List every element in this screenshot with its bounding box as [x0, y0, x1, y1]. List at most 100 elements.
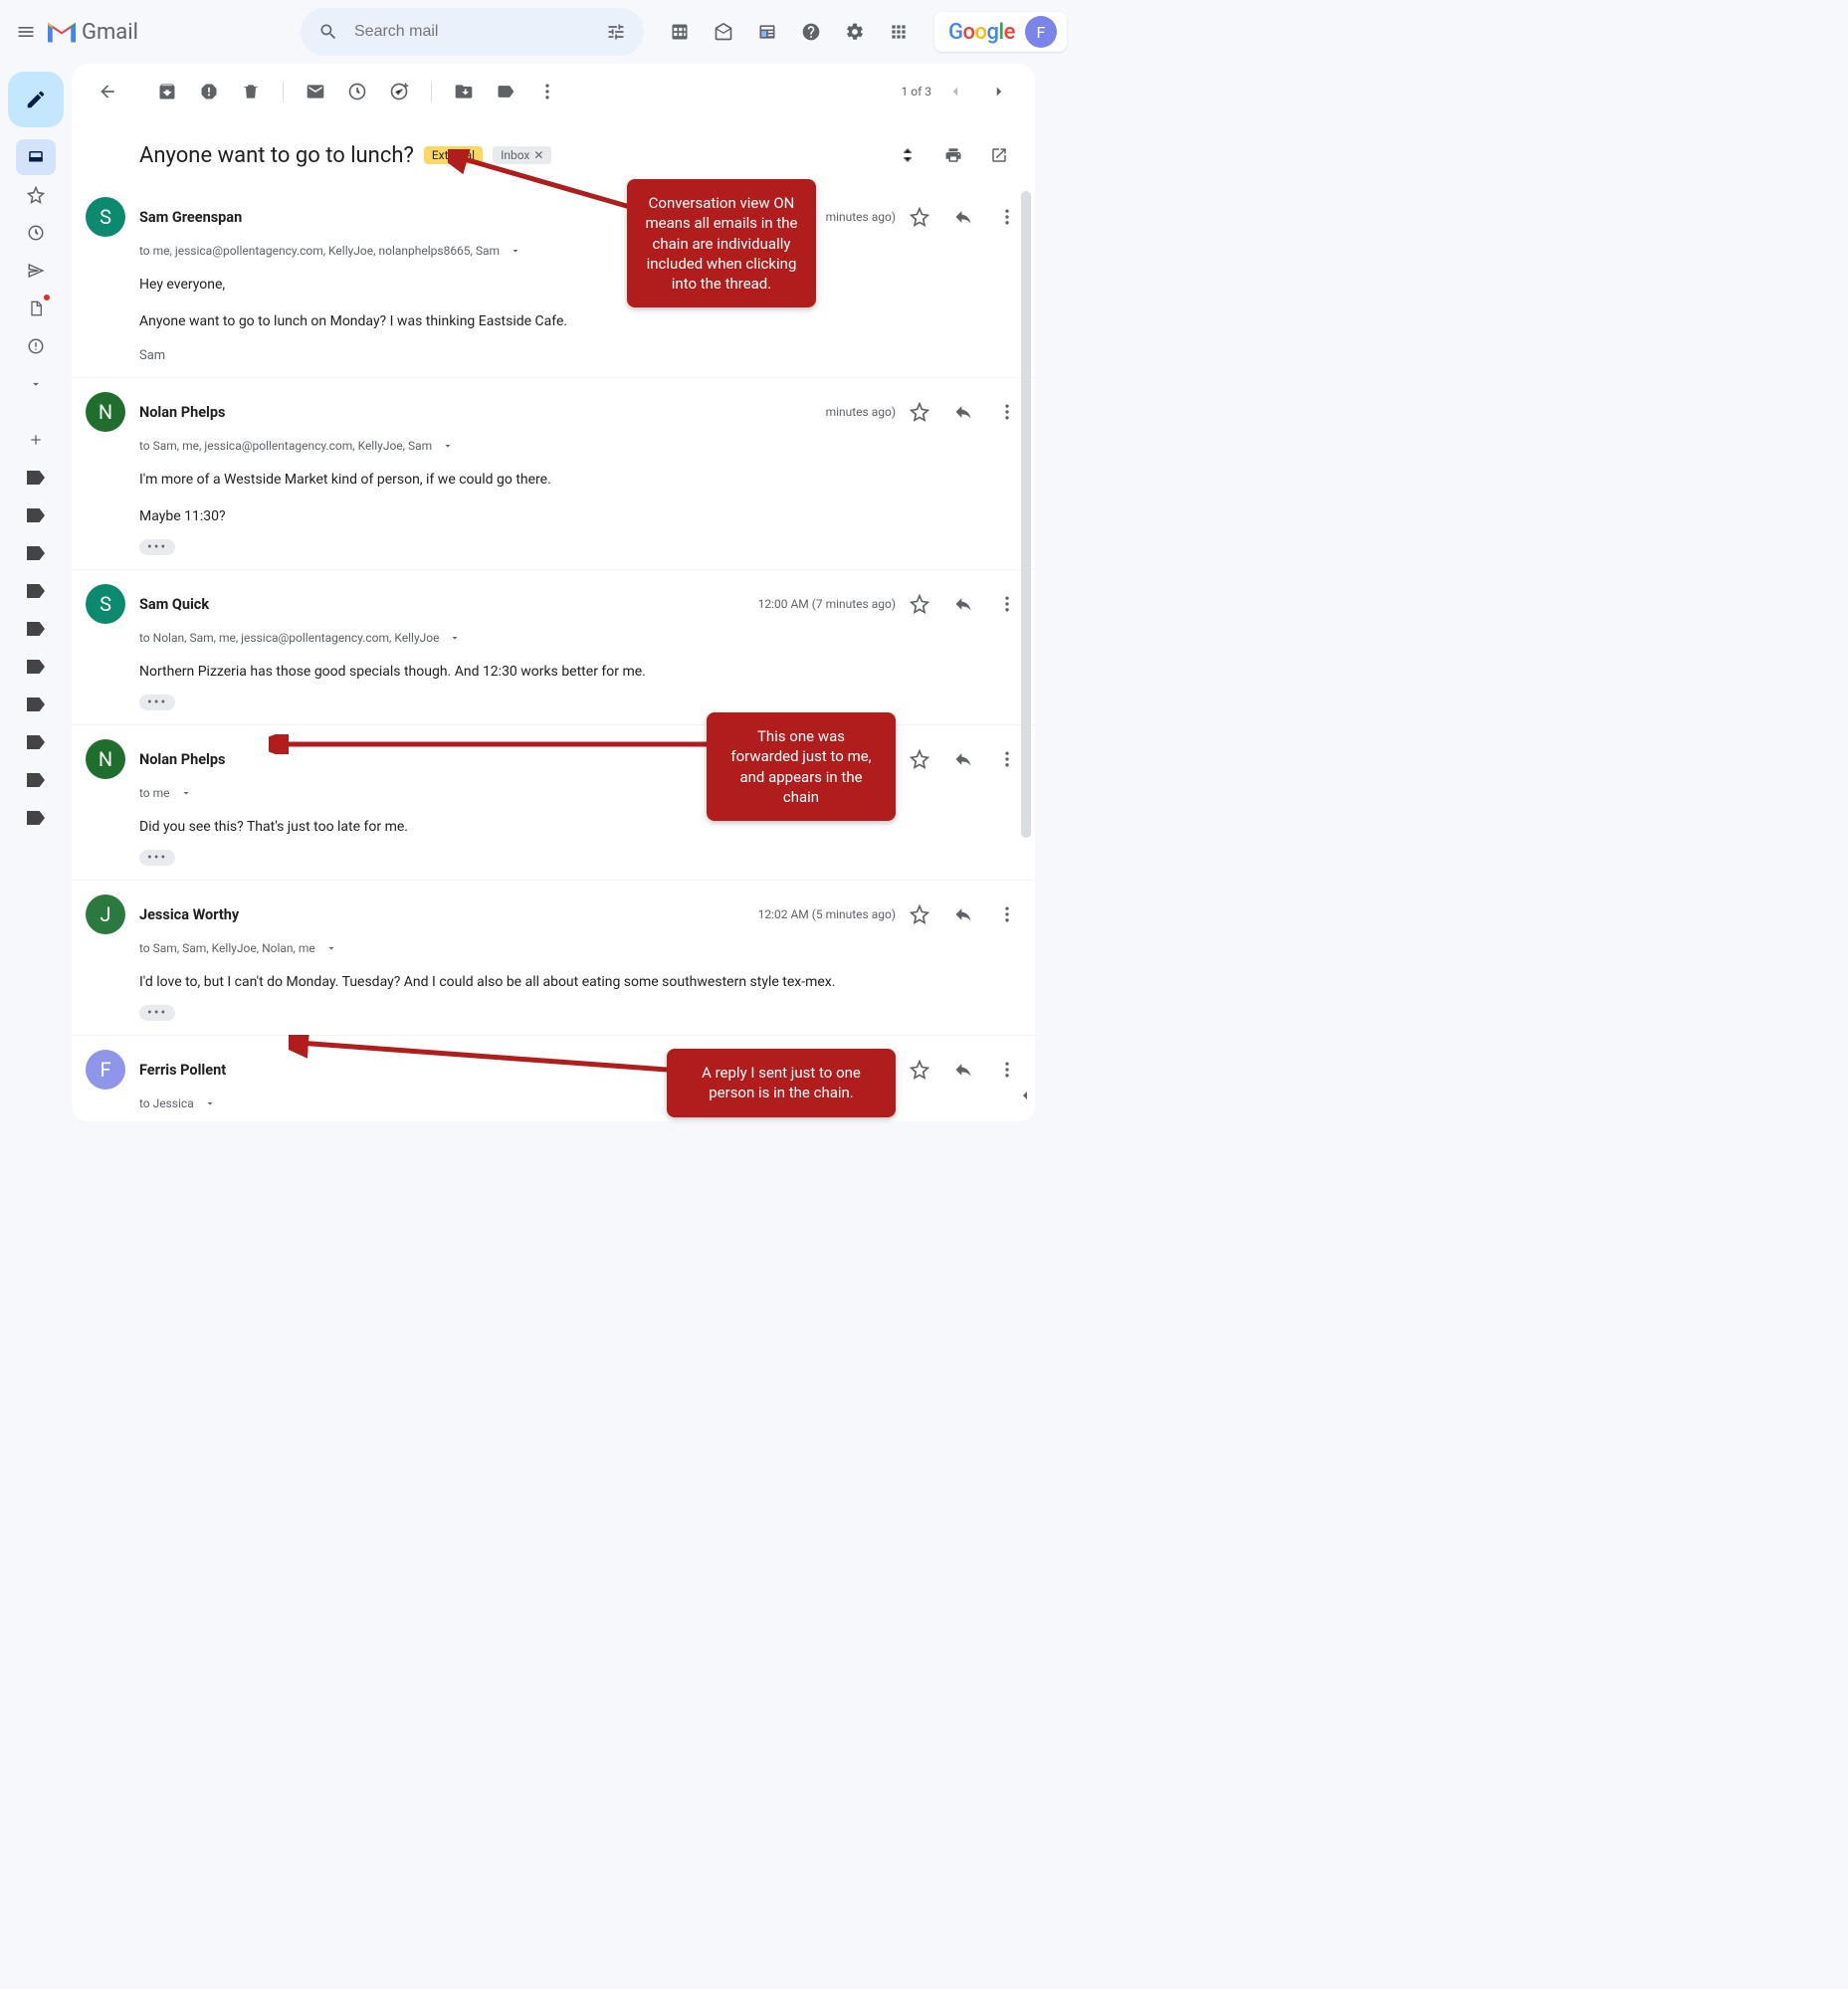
star-button[interactable]: [900, 392, 939, 432]
sender-name[interactable]: Sam Greenspan: [139, 209, 242, 226]
snoozed-nav[interactable]: [20, 217, 52, 249]
category-5[interactable]: [20, 613, 52, 645]
print-button[interactable]: [933, 135, 973, 175]
back-button[interactable]: [88, 72, 127, 111]
search-button[interactable]: [308, 12, 348, 52]
add-task-icon: [389, 82, 409, 101]
draft-icon: [28, 299, 44, 317]
search-input[interactable]: [348, 23, 596, 41]
category-9[interactable]: [20, 764, 52, 796]
reply-button[interactable]: [943, 1050, 983, 1090]
news-icon-button[interactable]: [747, 12, 787, 52]
labels-button[interactable]: [486, 72, 525, 111]
more-actions-button[interactable]: [527, 72, 567, 111]
expand-recipients-icon[interactable]: [319, 936, 343, 960]
star-button[interactable]: [900, 584, 939, 624]
google-account-box[interactable]: Google F: [934, 12, 1067, 52]
recipients[interactable]: to me, jessica@pollentagency.com, KellyJ…: [139, 239, 1027, 263]
category-7[interactable]: [20, 689, 52, 720]
star-button[interactable]: [900, 739, 939, 779]
settings-button[interactable]: [835, 12, 875, 52]
sheets-icon-button[interactable]: [660, 12, 700, 52]
more-nav[interactable]: [20, 368, 52, 400]
collapse-all-button[interactable]: [888, 135, 927, 175]
spam-icon: [27, 337, 45, 355]
gmail-logo[interactable]: Gmail: [44, 20, 203, 45]
message: N Nolan Phelps minutes ago) to Sam, me, …: [72, 377, 1035, 569]
star-button[interactable]: [900, 197, 939, 237]
expand-recipients-icon[interactable]: [198, 1092, 222, 1115]
category-1[interactable]: [20, 462, 52, 494]
message-list[interactable]: Anyone want to go to lunch? External Inb…: [72, 119, 1035, 1121]
star-button[interactable]: [900, 895, 939, 934]
sender-name[interactable]: Sam Quick: [139, 596, 209, 613]
star-button[interactable]: [900, 1050, 939, 1090]
expand-recipients-icon[interactable]: [436, 434, 460, 458]
recipients[interactable]: to Nolan, Sam, me, jessica@pollentagency…: [139, 626, 1027, 650]
report-spam-button[interactable]: [189, 72, 229, 111]
mail-icon-button[interactable]: [704, 12, 743, 52]
help-button[interactable]: [791, 12, 831, 52]
delete-button[interactable]: [231, 72, 271, 111]
recipients[interactable]: to Sam, Sam, KellyJoe, Nolan, me: [139, 936, 1027, 960]
show-trimmed-button[interactable]: •••: [139, 695, 175, 710]
show-trimmed-button[interactable]: •••: [139, 539, 175, 555]
reply-button[interactable]: [943, 197, 983, 237]
recipients[interactable]: to Sam, me, jessica@pollentagency.com, K…: [139, 434, 1027, 458]
snooze-button[interactable]: [337, 72, 377, 111]
search-options-button[interactable]: [596, 12, 636, 52]
scrollbar[interactable]: [1021, 191, 1031, 838]
chevron-down-icon: [29, 377, 43, 391]
sender-name[interactable]: Nolan Phelps: [139, 404, 225, 421]
side-panel-toggle[interactable]: [1005, 1076, 1045, 1115]
sender-avatar[interactable]: N: [86, 739, 125, 779]
sender-avatar[interactable]: S: [86, 197, 125, 237]
message-body: Northern Pizzeria has those good special…: [139, 662, 1027, 683]
chevron-left-icon: [946, 83, 964, 100]
prev-button[interactable]: [935, 72, 975, 111]
category-3[interactable]: [20, 537, 52, 569]
category-8[interactable]: [20, 726, 52, 758]
sender-avatar[interactable]: S: [86, 584, 125, 624]
compose-button[interactable]: [8, 72, 64, 127]
sender-name[interactable]: Jessica Worthy: [139, 906, 239, 923]
mark-unread-button[interactable]: [296, 72, 335, 111]
sender-name[interactable]: Ferris Pollent: [139, 1062, 226, 1079]
expand-recipients-icon[interactable]: [443, 626, 467, 650]
starred-nav[interactable]: [20, 179, 52, 211]
popout-button[interactable]: [979, 135, 1019, 175]
reply-button[interactable]: [943, 584, 983, 624]
sender-avatar[interactable]: F: [86, 1050, 125, 1090]
expand-recipients-icon[interactable]: [504, 239, 527, 263]
inbox-nav[interactable]: [20, 141, 52, 173]
sender-avatar[interactable]: N: [86, 392, 125, 432]
category-4[interactable]: [20, 575, 52, 607]
category-2[interactable]: [20, 499, 52, 531]
main-menu-button[interactable]: [16, 12, 36, 52]
move-to-button[interactable]: [444, 72, 484, 111]
show-trimmed-button[interactable]: •••: [139, 1005, 175, 1021]
header-icons: [660, 12, 919, 52]
show-trimmed-button[interactable]: •••: [139, 850, 175, 866]
message-more-button[interactable]: [987, 895, 1027, 934]
signature[interactable]: Sam: [139, 348, 1027, 363]
category-6[interactable]: [20, 651, 52, 683]
add-task-button[interactable]: [379, 72, 419, 111]
sent-nav[interactable]: [20, 255, 52, 287]
reply-button[interactable]: [943, 895, 983, 934]
add-label-button[interactable]: [20, 424, 52, 456]
search-bar[interactable]: [301, 8, 644, 56]
sender-avatar[interactable]: J: [86, 895, 125, 934]
category-10[interactable]: [20, 802, 52, 834]
next-button[interactable]: [979, 72, 1019, 111]
sender-name[interactable]: Nolan Phelps: [139, 751, 225, 768]
drafts-nav[interactable]: [20, 293, 52, 324]
apps-button[interactable]: [879, 12, 919, 52]
reply-button[interactable]: [943, 392, 983, 432]
reply-button[interactable]: [943, 739, 983, 779]
expand-recipients-icon[interactable]: [174, 781, 198, 805]
archive-button[interactable]: [147, 72, 187, 111]
profile-avatar[interactable]: F: [1025, 16, 1057, 48]
search-icon: [318, 22, 338, 42]
spam-nav[interactable]: [20, 330, 52, 362]
